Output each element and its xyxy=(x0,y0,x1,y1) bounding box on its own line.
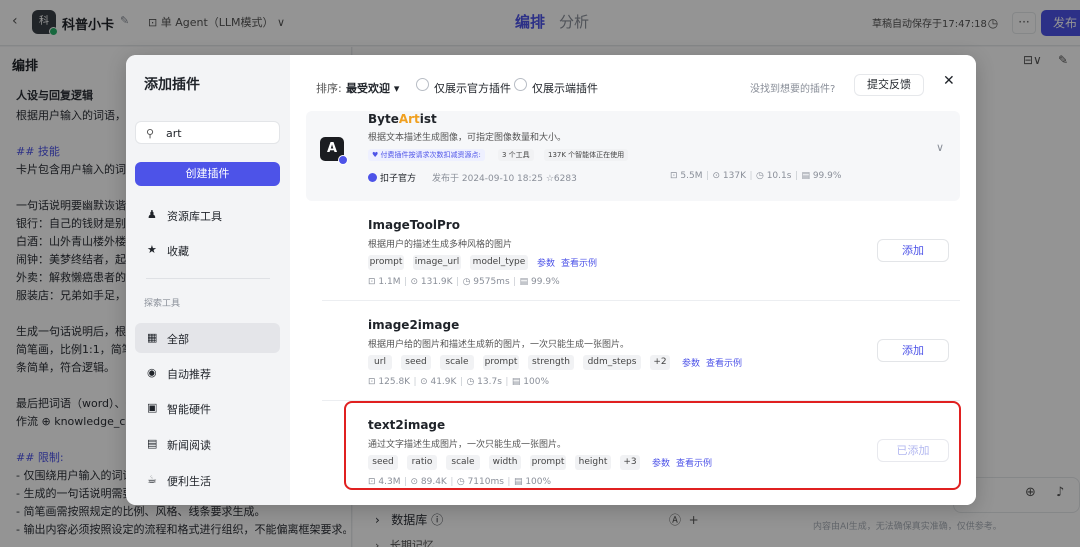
more-params-tag: +2 xyxy=(650,355,670,370)
nav-label: 资源库工具 xyxy=(167,210,222,223)
param-tag: ddm_steps xyxy=(583,355,641,370)
chevron-down-icon[interactable]: ∨ xyxy=(936,141,944,154)
plugin-search[interactable]: ⚲ xyxy=(135,121,280,144)
chip-icon: ▣ xyxy=(147,401,158,414)
param-tag: prompt xyxy=(483,355,519,370)
sort-label: 排序: xyxy=(316,82,342,95)
category-2[interactable]: ◉ 自动推荐 xyxy=(135,358,280,388)
official-only-label[interactable]: 仅展示官方插件 xyxy=(434,80,511,96)
paid-badge: ♥ 付费插件按请求次数扣减资源点: xyxy=(368,149,485,161)
publisher-icon xyxy=(368,173,377,182)
plugin-sidebar: 添加插件 ⚲ 创建插件 ♟ 资源库工具 ★ 收藏 探索工具 ▦ 全部 ◉ 自动推荐 ▣ 智… xyxy=(126,55,290,505)
category-label: 自动推荐 xyxy=(167,368,211,381)
star-icon: ★ xyxy=(147,243,157,256)
search-icon: ⚲ xyxy=(146,127,155,140)
category-label: 智能硬件 xyxy=(167,403,211,416)
sort-dropdown[interactable]: 最受欢迎 ▾ xyxy=(346,80,399,96)
category-label: 便利生活 xyxy=(167,475,211,488)
param-tag: seed xyxy=(401,355,431,370)
params-link[interactable]: 参数 xyxy=(537,256,555,269)
category-3[interactable]: ▣ 智能硬件 xyxy=(135,393,280,423)
close-icon[interactable]: ✕ xyxy=(943,73,955,89)
nav-resource-library[interactable]: ♟ 资源库工具 xyxy=(135,200,280,230)
plugin-description: 根据用户的描述生成多种风格的图片 xyxy=(368,240,513,250)
view-example-link[interactable]: 查看示例 xyxy=(561,256,597,269)
plugin-description: 根据用户给的图片和描述生成新的图片，一次只能生成一张图片。 xyxy=(368,340,630,350)
official-only-radio[interactable] xyxy=(416,78,429,91)
not-found-hint: 没找到想要的插件? xyxy=(750,84,836,95)
plugin-card-imagetoolpro[interactable]: ImageToolPro 根据用户的描述生成多种风格的图片 prompt image_… xyxy=(306,201,960,301)
create-plugin-button[interactable]: 创建插件 xyxy=(135,162,280,186)
param-tag: image_url xyxy=(413,255,461,270)
category-label: 全部 xyxy=(167,333,189,346)
explore-section-label: 探索工具 xyxy=(144,299,181,309)
view-example-link[interactable]: 查看示例 xyxy=(706,356,742,369)
add-button[interactable]: 添加 xyxy=(877,239,949,262)
feedback-button[interactable]: 提交反馈 xyxy=(854,74,924,96)
param-tag: scale xyxy=(440,355,474,370)
nav-favorites[interactable]: ★ 收藏 xyxy=(135,235,280,265)
cup-icon: ☕ xyxy=(147,473,157,486)
agent-count-badge: 137K 个智能体正在使用 xyxy=(544,149,629,161)
category-label: 新闻阅读 xyxy=(167,439,211,452)
official-badge-icon xyxy=(338,155,348,165)
device-only-label[interactable]: 仅展示端插件 xyxy=(532,80,598,96)
publish-date: 发布于 2024-09-10 18:25 ☆6283 xyxy=(432,174,577,184)
book-icon: ▤ xyxy=(147,437,158,450)
plugin-description: 根据文本描述生成图像，可指定图像数量和大小。 xyxy=(368,133,567,143)
plugin-card-image2image[interactable]: image2image 根据用户给的图片和描述生成新的图片，一次只能生成一张图片。… xyxy=(306,301,960,401)
plugin-stats: ⊡ 1.1M | ⊙ 131.9K | ◷ 9575ms | ▤ 99.9% xyxy=(368,277,560,287)
category-5[interactable]: ☕ 便利生活 xyxy=(135,465,280,495)
params-link[interactable]: 参数 xyxy=(682,356,700,369)
plugin-name: ImageToolPro xyxy=(368,218,460,232)
nav-label: 收藏 xyxy=(167,245,189,258)
plugin-name: ByteArtist xyxy=(368,112,437,126)
dialog-title: 添加插件 xyxy=(144,77,200,93)
add-button[interactable]: 添加 xyxy=(877,339,949,362)
plugin-search-input[interactable] xyxy=(166,125,274,141)
tool-count-badge: 3 个工具 xyxy=(498,149,534,161)
grid-icon: ▦ xyxy=(147,331,158,344)
category-1[interactable]: ▦ 全部 xyxy=(135,323,280,353)
param-tag: strength xyxy=(528,355,574,370)
param-tag: prompt xyxy=(368,255,404,270)
highlight-box xyxy=(344,401,961,490)
official-publisher: 扣子官方 xyxy=(368,171,416,184)
plugin-name: image2image xyxy=(368,318,460,332)
device-only-radio[interactable] xyxy=(514,78,527,91)
divider xyxy=(146,278,270,279)
person-icon: ♟ xyxy=(147,208,157,221)
category-4[interactable]: ▤ 新闻阅读 xyxy=(135,429,280,459)
plugin-card-byteartist[interactable]: A ByteArtist 根据文本描述生成图像，可指定图像数量和大小。 ♥ 付费… xyxy=(306,111,960,201)
byteartist-logo: A xyxy=(320,137,348,165)
param-tag: model_type xyxy=(470,255,528,270)
param-tag: url xyxy=(368,355,392,370)
robot-icon: ◉ xyxy=(147,366,157,379)
plugin-stats: ⊡ 5.5M | ⊙ 137K | ◷ 10.1s | ▤ 99.9% xyxy=(670,171,842,181)
plugin-stats: ⊡ 125.8K | ⊙ 41.9K | ◷ 13.7s | ▤ 100% xyxy=(368,377,549,387)
